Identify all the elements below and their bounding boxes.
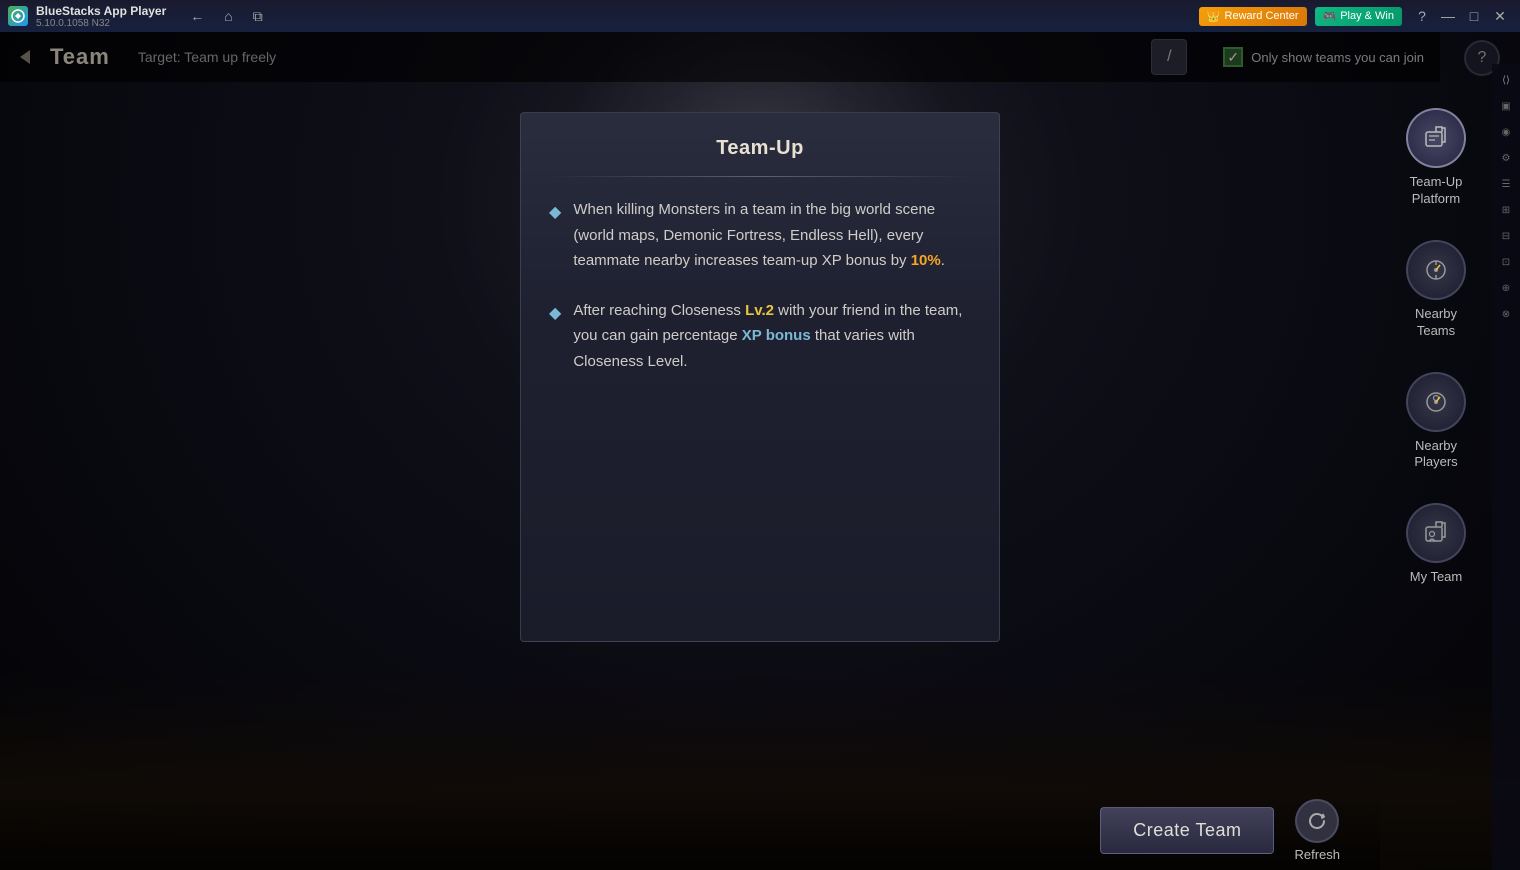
far-right-icon-5[interactable]: ☰ <box>1494 172 1518 196</box>
far-right-icon-9[interactable]: ⊕ <box>1494 276 1518 300</box>
modal-item-1: ◆ When killing Monsters in a team in the… <box>549 197 971 274</box>
sidebar-label-nearby-players: NearbyPlayers <box>1414 438 1457 472</box>
sidebar-label-my-team: My Team <box>1410 569 1463 586</box>
sidebar-item-teamup-platform[interactable]: Team-UpPlatform <box>1380 92 1492 224</box>
nav-home-btn[interactable]: ⌂ <box>220 6 236 26</box>
play-icon: 🎮 <box>1323 10 1337 23</box>
nav-copy-btn[interactable]: ⧉ <box>249 6 267 27</box>
modal-item-2: ◆ After reaching Closeness Lv.2 with you… <box>549 298 971 375</box>
far-right-bar: ⟨⟩ ▣ ◉ ⚙ ☰ ⊞ ⊟ ⊡ ⊕ ⊗ <box>1492 64 1520 870</box>
maximize-btn[interactable]: □ <box>1462 4 1486 28</box>
create-team-button[interactable]: Create Team <box>1100 807 1274 854</box>
crown-icon: 👑 <box>1207 10 1221 23</box>
right-sidebar: Team-UpPlatform NearbyTeams <box>1380 82 1492 870</box>
teamup-modal: Team-Up ◆ When killing Monsters in a tea… <box>520 112 1000 642</box>
sidebar-item-my-team[interactable]: My Team <box>1380 487 1492 602</box>
app-name: BlueStacks App Player <box>36 4 166 18</box>
highlight-lv2: Lv.2 <box>745 302 774 319</box>
far-right-icon-7[interactable]: ⊟ <box>1494 224 1518 248</box>
teamup-platform-icon <box>1406 108 1466 168</box>
refresh-icon <box>1295 799 1339 843</box>
sidebar-item-nearby-teams[interactable]: NearbyTeams <box>1380 224 1492 356</box>
titlebar-left: BlueStacks App Player 5.10.0.1058 N32 ← … <box>8 4 267 29</box>
modal-content: ◆ When killing Monsters in a team in the… <box>549 197 971 374</box>
minimize-btn[interactable]: — <box>1436 4 1460 28</box>
help-ctrl-btn[interactable]: ? <box>1410 4 1434 28</box>
refresh-label: Refresh <box>1294 847 1340 862</box>
bullet-icon-2: ◆ <box>549 300 561 375</box>
titlebar: BlueStacks App Player 5.10.0.1058 N32 ← … <box>0 0 1520 32</box>
titlebar-controls: ? — □ ✕ <box>1410 4 1512 28</box>
refresh-button[interactable]: Refresh <box>1294 799 1340 862</box>
highlight-xp-bonus: XP bonus <box>742 327 811 344</box>
nearby-teams-icon <box>1406 240 1466 300</box>
nearby-players-icon <box>1406 372 1466 432</box>
nav-back-btn[interactable]: ← <box>186 6 208 26</box>
modal-text-1-post: . <box>941 252 945 269</box>
play-win-label: Play & Win <box>1340 10 1394 22</box>
close-btn[interactable]: ✕ <box>1488 4 1512 28</box>
modal-text-1-pre: When killing Monsters in a team in the b… <box>573 201 935 269</box>
reward-center-label: Reward Center <box>1225 10 1299 22</box>
game-area: Team Target: Team up freely / ✓ Only sho… <box>0 32 1520 870</box>
app-version: 5.10.0.1058 N32 <box>36 18 166 29</box>
sidebar-label-teamup-platform: Team-UpPlatform <box>1410 174 1463 208</box>
reward-center-button[interactable]: 👑 Reward Center <box>1199 7 1307 26</box>
modal-overlay: Team-Up ◆ When killing Monsters in a tea… <box>0 32 1520 870</box>
far-right-icon-6[interactable]: ⊞ <box>1494 198 1518 222</box>
bullet-icon-1: ◆ <box>549 199 561 274</box>
modal-text-1: When killing Monsters in a team in the b… <box>573 197 971 274</box>
modal-title: Team-Up <box>549 137 971 160</box>
modal-text-2: After reaching Closeness Lv.2 with your … <box>573 298 971 375</box>
sidebar-item-nearby-players[interactable]: NearbyPlayers <box>1380 356 1492 488</box>
far-right-icon-8[interactable]: ⊡ <box>1494 250 1518 274</box>
modal-text-2-pre: After reaching Closeness <box>573 302 745 319</box>
titlebar-nav: ← ⌂ ⧉ <box>186 6 266 27</box>
highlight-10-percent: 10% <box>911 252 941 269</box>
far-right-icon-10[interactable]: ⊗ <box>1494 302 1518 326</box>
titlebar-right: 👑 Reward Center 🎮 Play & Win ? — □ ✕ <box>1199 4 1512 28</box>
bottom-bar: Create Team Refresh <box>0 790 1380 870</box>
far-right-icon-3[interactable]: ◉ <box>1494 120 1518 144</box>
modal-divider <box>549 176 971 177</box>
my-team-icon <box>1406 503 1466 563</box>
app-logo <box>8 6 28 26</box>
far-right-icon-2[interactable]: ▣ <box>1494 94 1518 118</box>
sidebar-label-nearby-teams: NearbyTeams <box>1415 306 1457 340</box>
far-right-icon-4[interactable]: ⚙ <box>1494 146 1518 170</box>
far-right-icon-1[interactable]: ⟨⟩ <box>1494 68 1518 92</box>
play-win-button[interactable]: 🎮 Play & Win <box>1315 7 1403 26</box>
